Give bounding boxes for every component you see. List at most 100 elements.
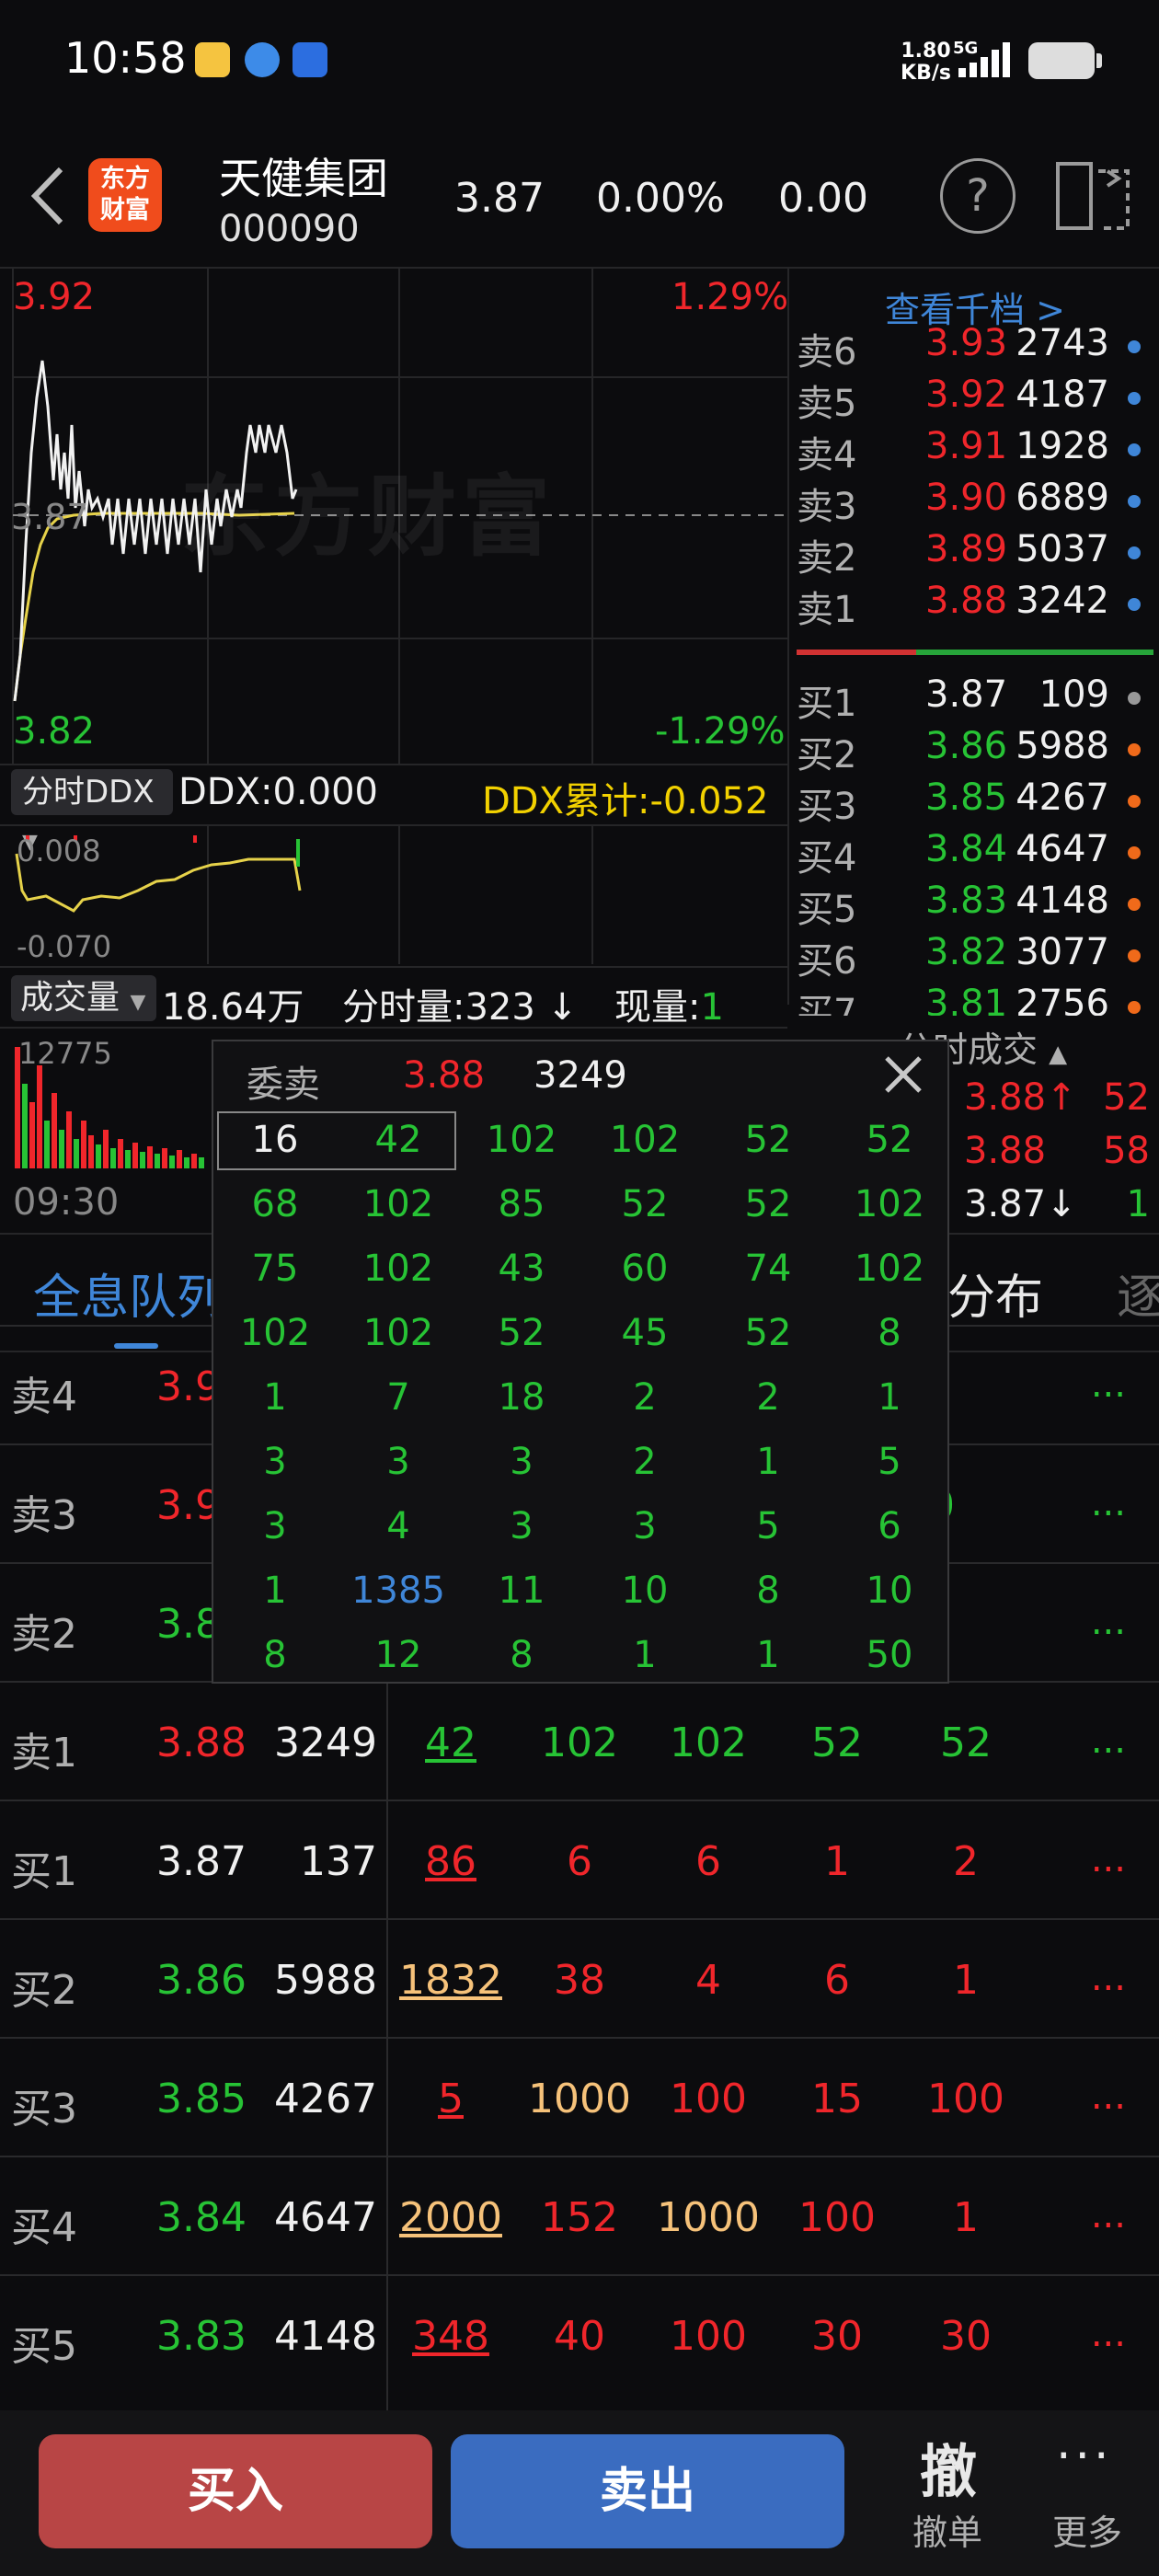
tab-tick-by-tick[interactable]: 逐 [1117,1259,1159,1328]
queue-order[interactable]: 40 [515,2313,644,2360]
queue-order[interactable]: 1000 [644,2194,773,2241]
popup-order-cell: 102 [854,1248,925,1290]
ask-row[interactable]: 卖6 3.93 2743 [795,322,1159,374]
queue-order[interactable]: 6 [644,1838,773,1885]
ask-row[interactable]: 卖1 3.88 3242 [795,580,1159,631]
more-orders-icon[interactable]: ... [1091,1482,1126,1524]
ddx-indicator-select[interactable]: 分时DDX ▼ [11,769,173,854]
queue-row[interactable]: 买3 3.85 4267 5 1000 100 15 100... [0,2037,1159,2155]
more-icon[interactable]: ··· [1056,2429,1113,2484]
bid-price: 3.85 [925,776,1008,819]
more-orders-icon[interactable]: ... [1091,1601,1126,1643]
queue-order[interactable]: 1 [773,1838,901,1885]
bid-row[interactable]: 买7 3.81 2756 [795,983,1159,1016]
queue-order[interactable]: 2 [901,1838,1030,1885]
more-orders-icon[interactable]: ... [1091,1957,1126,1999]
queue-order[interactable]: 1832 [386,1957,515,2004]
bid-row[interactable]: 买3 3.85 4267 [795,776,1159,828]
more-orders-icon[interactable]: ... [1091,2313,1126,2355]
queue-row[interactable]: 买2 3.86 5988 1832 38 4 6 1... [0,1918,1159,2036]
bid-label: 买1 [797,683,857,725]
tick-volume: 1 [1126,1183,1150,1225]
popup-order-cell: 1 [878,1376,901,1419]
bid-row[interactable]: 买6 3.82 3077 [795,931,1159,983]
queue-order[interactable]: 42 [386,1719,515,1766]
close-icon[interactable] [878,1049,929,1100]
popup-order-cell: 52 [866,1119,913,1161]
queue-order[interactable]: 1 [901,2194,1030,2241]
queue-order[interactable]: 100 [773,2194,901,2241]
queue-order[interactable]: 30 [773,2313,901,2360]
queue-order[interactable]: 6 [515,1838,644,1885]
queue-order[interactable]: 52 [901,1719,1030,1766]
queue-order[interactable]: 100 [644,2313,773,2360]
queue-row[interactable]: 买1 3.87 137 86 6 6 1 2... [0,1800,1159,1917]
more-orders-icon[interactable]: ... [1091,1363,1126,1406]
queue-order[interactable]: 2000 [386,2194,515,2241]
stock-name[interactable]: 天健集团 [219,145,388,206]
status-dot [1128,546,1141,559]
ask-row[interactable]: 卖4 3.91 1928 [795,425,1159,477]
help-button[interactable]: ? [940,158,1016,234]
more-orders-icon[interactable]: ... [1091,1838,1126,1880]
back-button[interactable] [26,164,72,228]
popup-order-cell: 68 [251,1183,299,1225]
more-orders-icon[interactable]: ... [1091,2076,1126,2118]
queue-order[interactable]: 86 [386,1838,515,1885]
queue-order[interactable]: 6 [773,1957,901,2004]
bid-price: 3.86 [925,725,1008,767]
ask-row[interactable]: 卖2 3.89 5037 [795,528,1159,580]
queue-order[interactable]: 100 [901,2076,1030,2122]
bid-price: 3.82 [925,931,1008,973]
queue-order[interactable]: 38 [515,1957,644,2004]
tab-full-queue[interactable]: 全息队列 [33,1259,224,1328]
bid-row[interactable]: 买2 3.86 5988 [795,725,1159,776]
popup-order-cell: 102 [486,1119,557,1161]
queue-order[interactable]: 52 [773,1719,901,1766]
queue-order[interactable]: 100 [644,2076,773,2122]
queue-row[interactable]: 卖1 3.88 3249 42 102 102 52 52... [0,1681,1159,1799]
tab-distribution[interactable]: 分布 [947,1259,1043,1328]
queue-order[interactable]: 1 [901,1957,1030,2004]
ask-volume: 6889 [1016,477,1109,519]
minute-volume: 分时量:323 ↓ [342,986,579,1029]
bid-row[interactable]: 买1 3.87 109 [795,673,1159,725]
status-dot [1128,392,1141,405]
queue-order[interactable]: 102 [644,1719,773,1766]
volume-indicator-select[interactable]: 成交量 ▼ [11,975,156,1021]
bid-row[interactable]: 买4 3.84 4647 [795,828,1159,880]
ddx-value: DDX:0.000 [178,771,378,813]
chart-low-pct: -1.29% [655,710,786,753]
more-orders-icon[interactable]: ... [1091,1719,1126,1762]
queue-row[interactable]: 买4 3.84 4647 2000 152 1000 100 1... [0,2156,1159,2273]
sell-button[interactable]: 卖出 [451,2434,844,2548]
queue-order[interactable]: 348 [386,2313,515,2360]
ask-label: 卖2 [797,537,857,580]
chart-mid-price: 3.87 [11,497,89,537]
more-label[interactable]: 更多 [1052,2504,1122,2555]
queue-order[interactable]: 15 [773,2076,901,2122]
queue-order[interactable]: 102 [515,1719,644,1766]
bid-price: 3.87 [925,673,1008,716]
queue-order[interactable]: 30 [901,2313,1030,2360]
status-dot [1128,598,1141,611]
queue-row-volume: 5988 [274,1957,377,2004]
queue-order[interactable]: 4 [644,1957,773,2004]
ask-label: 卖6 [797,331,857,374]
queue-order[interactable]: 5 [386,2076,515,2122]
popup-order-cell: 12 [374,1634,422,1676]
split-screen-icon[interactable] [1054,160,1131,232]
queue-row[interactable]: 买5 3.83 4148 348 40 100 30 30... [0,2274,1159,2392]
cancel-order-icon[interactable]: 撤 [920,2425,977,2508]
status-dot [1128,743,1141,756]
popup-order-cell: 2 [756,1376,780,1419]
ask-row[interactable]: 卖3 3.90 6889 [795,477,1159,528]
queue-order[interactable]: 1000 [515,2076,644,2122]
cancel-order-label[interactable]: 撤单 [912,2504,982,2555]
queue-order[interactable]: 152 [515,2194,644,2241]
bid-row[interactable]: 买5 3.83 4148 [795,880,1159,931]
buy-button[interactable]: 买入 [39,2434,432,2548]
more-orders-icon[interactable]: ... [1091,2194,1126,2237]
bid-volume: 2756 [1016,983,1109,1016]
ask-row[interactable]: 卖5 3.92 4187 [795,374,1159,425]
